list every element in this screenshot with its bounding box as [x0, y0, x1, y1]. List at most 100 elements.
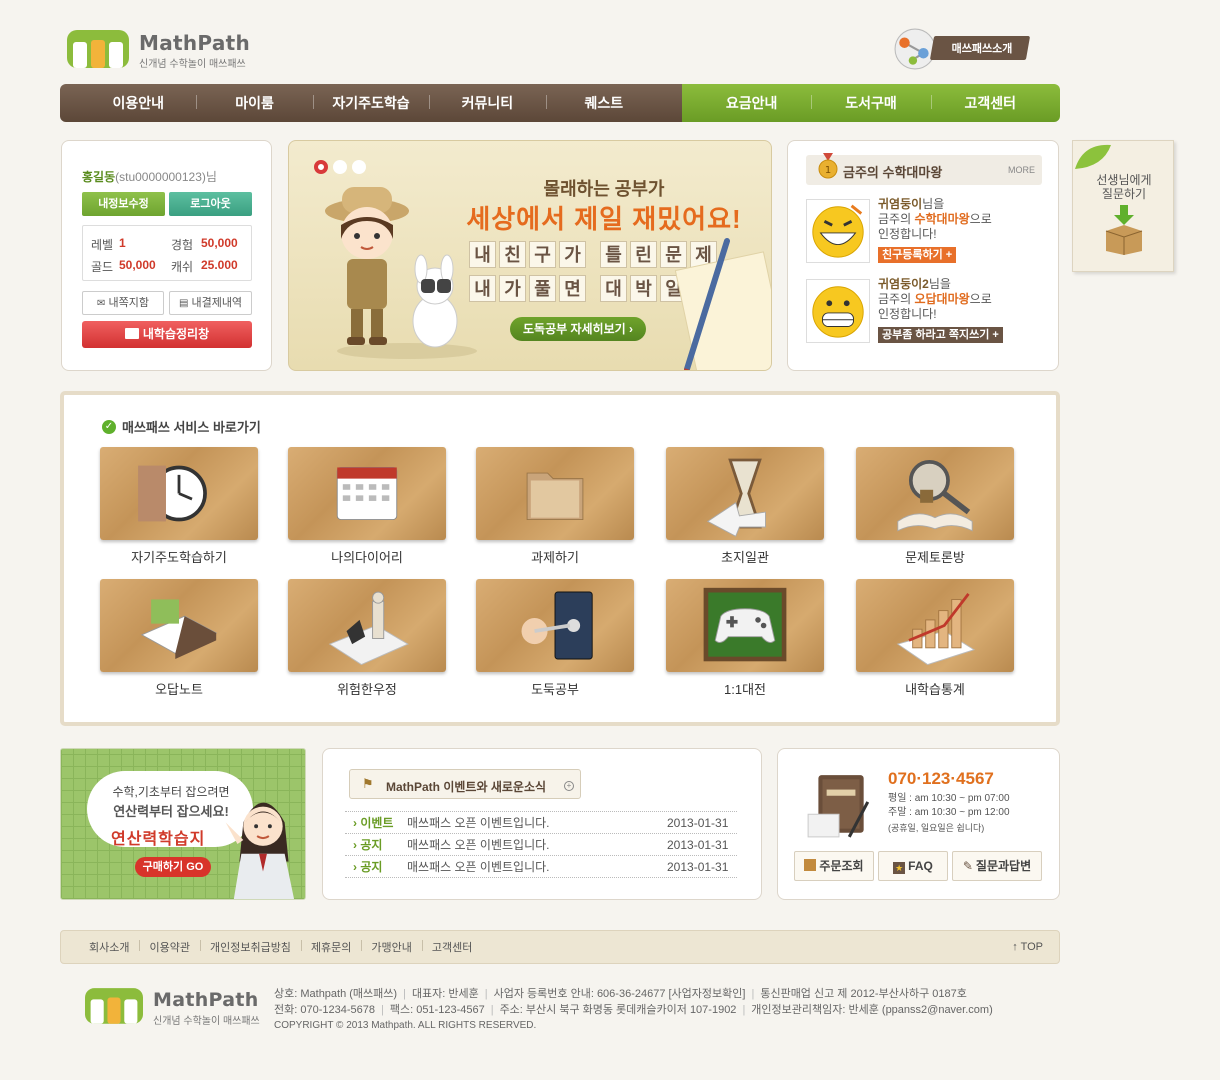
footer-link-terms[interactable]: 이용약관	[139, 939, 199, 955]
logout-button[interactable]: 로그아웃	[169, 192, 252, 216]
add-friend-button[interactable]: 친구등록하기 +	[878, 247, 957, 263]
service-label[interactable]: 위험한우정	[288, 679, 446, 698]
news-tab[interactable]: ⚑ MathPath 이벤트와 새로운소식 +	[349, 769, 581, 799]
nav-item-books[interactable]: 도서구매	[811, 93, 930, 113]
my-notes-button[interactable]: ✉ 내쪽지함	[82, 291, 164, 315]
service-tile[interactable]	[288, 447, 446, 540]
service-label[interactable]: 나의다이어리	[288, 547, 446, 566]
intro-badge[interactable]: 매쓰패쓰소개	[894, 26, 1031, 72]
news-item-title: 매쓰패스 오픈 이벤트입니다.	[407, 860, 550, 874]
banner-tile: 풀	[529, 275, 556, 302]
service-label[interactable]: 자기주도학습하기	[100, 547, 258, 566]
order-lookup-button[interactable]: 주문조회	[794, 851, 874, 881]
service-tile[interactable]	[856, 447, 1014, 540]
ask-teacher-widget[interactable]: 선생님에게 질문하기	[1072, 140, 1174, 272]
weekly-king-header: 1 금주의 수학대마왕 MORE	[806, 153, 1042, 185]
nav-item-pricing[interactable]: 요금안내	[692, 93, 811, 113]
service-tile[interactable]	[288, 579, 446, 672]
header-logo[interactable]: MathPath 신개념 수학놀이 매쓰패쓰	[67, 28, 250, 70]
box-icon	[804, 859, 817, 871]
send-note-button[interactable]: 공부좀 하라고 쪽지쓰기 +	[878, 327, 1003, 343]
king-item-1-award: 수학대마왕	[914, 212, 970, 226]
promo-banner[interactable]: 수학,기초부터 잡으려면 연산력부터 잡으세요! 연산력학습지 구매하기 GO	[60, 748, 306, 900]
my-payments-button[interactable]: ▤ 내결제내역	[169, 291, 252, 315]
footer-link-privacy[interactable]: 개인정보취급방침	[199, 939, 301, 955]
nav-item-community[interactable]: 커뮤니티	[429, 93, 545, 113]
service-tile[interactable]	[476, 447, 634, 540]
footer-links-bar: 회사소개 이용약관 개인정보취급방침 제휴문의 가맹안내 고객센터 ↑ TOP	[60, 930, 1060, 964]
folder-icon	[124, 328, 139, 339]
king-item-2-name: 귀염둥이2	[878, 277, 929, 291]
key-book-icon	[521, 591, 593, 660]
logo-mark-icon	[67, 30, 129, 68]
footer-logo-tagline: 신개념 수학놀이 매쓰패쓰	[153, 1016, 260, 1027]
clock-icon	[138, 465, 207, 522]
news-row[interactable]: › 공지 매쓰패스 오픈 이벤트입니다. 2013-01-31	[345, 834, 737, 856]
svg-text:1: 1	[825, 165, 831, 176]
nav-item-myroom[interactable]: 마이룸	[196, 93, 312, 113]
footer-logo[interactable]: MathPath 신개념 수학놀이 매쓰패쓰	[85, 986, 265, 1027]
nav-item-usage[interactable]: 이용안내	[80, 93, 196, 113]
banner-detail-button[interactable]: 도독공부 자세히보기 ›	[510, 317, 646, 341]
king-item-1-p3: 인정합니다!	[878, 227, 937, 241]
service-label[interactable]: 도둑공부	[476, 679, 634, 698]
news-item-title: 매쓰패스 오픈 이벤트입니다.	[407, 838, 550, 852]
back-to-top-link[interactable]: ↑ TOP	[1012, 941, 1043, 953]
study-summary-button[interactable]: 내학습정리창	[82, 321, 252, 348]
nav-item-quest[interactable]: 퀘스트	[545, 93, 662, 113]
service-label[interactable]: 오답노트	[100, 679, 258, 698]
footer-link-partnership[interactable]: 제휴문의	[300, 939, 361, 955]
king-item-1-name: 귀염둥이	[878, 197, 923, 211]
plus-circle-icon[interactable]: +	[564, 781, 574, 791]
banner-tile: 구	[529, 241, 556, 268]
banner-tile: 가	[559, 241, 586, 268]
service-tile[interactable]	[666, 579, 824, 672]
intro-badge-label: 매쓰패쓰소개	[951, 43, 1013, 55]
buy-button[interactable]: 구매하기 GO	[135, 857, 211, 877]
service-tile[interactable]	[476, 579, 634, 672]
news-row[interactable]: › 공지 매쓰패스 오픈 이벤트입니다. 2013-01-31	[345, 856, 737, 878]
news-panel: ⚑ MathPath 이벤트와 새로운소식 + › 이벤트 매쓰패스 오픈 이벤…	[322, 748, 762, 900]
main-banner[interactable]: 몰래하는 공부가 세상에서 제일 재밌어요! 내친구가틀린문제 내가풀면대박일세…	[288, 140, 772, 371]
footer-privacy-officer: 개인정보관리책임자: 반세훈 (ppanss2@naver.com)	[751, 1004, 993, 1016]
student-girl-illustration	[225, 802, 295, 899]
service-tile[interactable]	[856, 579, 1014, 672]
medal-icon: 1	[818, 153, 838, 179]
footer-logo-title: MathPath	[153, 989, 259, 1011]
service-tile[interactable]	[100, 447, 258, 540]
footer-link-franchise[interactable]: 가맹안내	[361, 939, 421, 955]
service-tile[interactable]	[100, 579, 258, 672]
service-label[interactable]: 내학습통계	[856, 679, 1014, 698]
user-greeting: 홍길동(stu0000000123)님	[82, 168, 217, 185]
service-tile[interactable]	[666, 447, 824, 540]
nav-item-self-study[interactable]: 자기주도학습	[312, 93, 429, 113]
service-label[interactable]: 1:1대전	[666, 679, 824, 698]
stat-gold-value: 50,000	[119, 258, 156, 272]
news-row[interactable]: › 이벤트 매쓰패스 오픈 이벤트입니다. 2013-01-31	[345, 812, 737, 834]
weekly-king-panel: 1 금주의 수학대마왕 MORE 귀염둥이님을 금주의 수학대마왕으로 인정합니…	[787, 140, 1059, 371]
footer-link-support[interactable]: 고객센터	[421, 939, 482, 955]
faq-button[interactable]: ★ FAQ	[878, 851, 948, 881]
news-item-title: 매쓰패스 오픈 이벤트입니다.	[407, 816, 550, 830]
stat-level-label: 레벨	[91, 238, 114, 252]
ask-teacher-line2: 질문하기	[1101, 187, 1147, 201]
study-summary-label: 내학습정리창	[142, 327, 210, 341]
more-link[interactable]: MORE	[1008, 165, 1035, 175]
banner-dot-2[interactable]	[333, 160, 347, 174]
qna-button[interactable]: ✎ 질문과답변	[952, 851, 1042, 881]
footer-ecommerce-no: 통신판매업 신고 제 2012-부산사하구 0187호	[760, 988, 967, 1000]
king-item-2-award: 오답대마왕	[914, 292, 970, 306]
footer-ceo: 대표자: 반세훈	[411, 988, 479, 1000]
service-label[interactable]: 문제토론방	[856, 547, 1014, 566]
edit-profile-button[interactable]: 내정보수정	[82, 192, 165, 216]
pencil-note-icon: ✎	[962, 859, 973, 873]
nav-item-support[interactable]: 고객센터	[930, 93, 1050, 113]
footer-link-company[interactable]: 회사소개	[79, 939, 139, 955]
banner-dot-active[interactable]	[314, 160, 328, 174]
banner-dot-3[interactable]	[352, 160, 366, 174]
my-payments-label: 내결제내역	[191, 297, 243, 309]
king-item-2-p1: 님을	[928, 277, 951, 291]
service-label[interactable]: 과제하기	[476, 547, 634, 566]
stat-gold-label: 골드	[91, 260, 114, 274]
service-label[interactable]: 초지일관	[666, 547, 824, 566]
